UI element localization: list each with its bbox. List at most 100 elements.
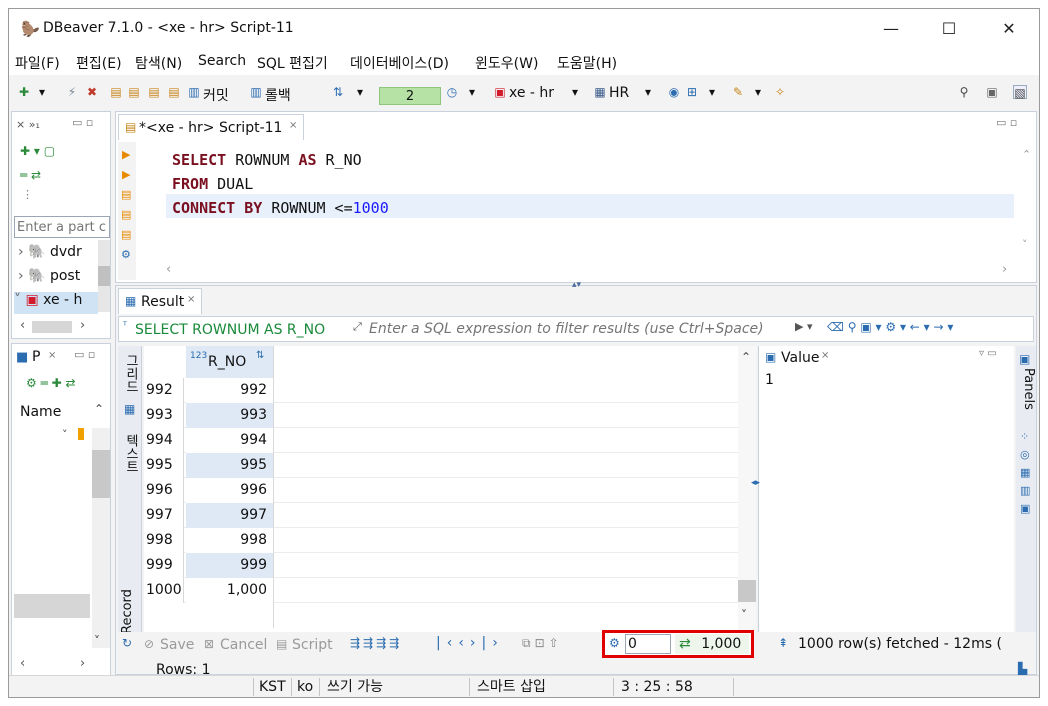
perspective-icon[interactable]: ▣ — [985, 85, 999, 99]
editor-vscroll[interactable]: ⌃ ˅ — [1020, 142, 1034, 260]
expand-icon[interactable]: ⤢ — [353, 320, 362, 334]
column-header-r-no[interactable]: 123 R_NO ⇅ — [186, 346, 274, 378]
execute-statement-icon[interactable]: ▶ — [122, 148, 130, 161]
tools-icon[interactable]: ✎ — [731, 85, 745, 99]
filter-toolbar-icons[interactable]: ⌫ ⚲ ▣ ▾ ⚙ ▾ ← ▾ → ▾ — [827, 320, 953, 334]
table-row[interactable]: 993 993 — [144, 403, 738, 428]
project-tab[interactable]: P — [32, 349, 40, 365]
navigator-minimize-icon[interactable]: ▭ ▫ — [72, 116, 93, 129]
menu-edit[interactable]: 편집(E) — [76, 53, 122, 73]
table-row[interactable]: 997 997 — [144, 503, 738, 528]
transaction-log-dropdown-icon[interactable]: ▾ — [465, 85, 479, 99]
navigator-filter-input[interactable] — [14, 216, 110, 238]
project-scrollbar[interactable] — [92, 428, 110, 648]
table-cell[interactable]: 994 — [186, 428, 274, 453]
tree-expand-icon[interactable]: ˅ — [62, 428, 68, 441]
search-icon[interactable]: ⚲ — [957, 85, 971, 99]
menu-file[interactable]: 파일(F) — [15, 53, 60, 73]
minimize-button[interactable]: — — [871, 15, 911, 43]
menu-sql-editor[interactable]: SQL 편집기 — [257, 53, 328, 73]
connect-icon[interactable]: ⚡ — [65, 85, 79, 99]
navigator-scrollbar[interactable] — [98, 240, 110, 312]
navigator-new-icon[interactable]: ✚ ▾ ▢ — [20, 144, 55, 158]
fetch-size-button[interactable]: ⇄ 1,000 — [675, 634, 749, 654]
menu-search[interactable]: Search — [198, 53, 246, 69]
project-tab-icon[interactable]: ■ — [16, 350, 28, 365]
cancel-button[interactable]: Cancel — [220, 637, 267, 653]
load-plan-icon[interactable]: ▤ — [121, 228, 131, 241]
navigator-item[interactable]: › 🐘 dvdr — [18, 244, 98, 264]
menu-help[interactable]: 도움말(H) — [557, 53, 617, 73]
close-button[interactable]: ✕ — [989, 15, 1029, 43]
value-panel-menu-icon[interactable]: ▿ ▭ — [979, 348, 997, 359]
commit-button[interactable]: 커밋 — [203, 85, 229, 105]
new-script-icon[interactable]: ▤ — [127, 85, 141, 99]
refresh-icon[interactable]: ↻ — [122, 636, 132, 650]
transaction-counter[interactable]: 2 — [379, 87, 441, 105]
project-tab-close-icon[interactable]: ⨯ — [48, 350, 56, 361]
text-view-tab[interactable]: 텍스트 — [120, 434, 140, 494]
panels-icon[interactable]: ▣ — [1019, 352, 1030, 366]
maximize-button[interactable]: ☐ — [929, 15, 969, 43]
editor-tab-close-icon[interactable]: ⨯ — [289, 120, 297, 131]
fetch-offset-input[interactable]: 0 — [625, 634, 671, 654]
editor-tab[interactable]: ▤ *<xe - hr> Script-11 ⨯ — [118, 114, 304, 140]
execute-script-icon[interactable]: ▤ — [121, 188, 131, 201]
recent-script-icon[interactable]: ▤ — [167, 85, 181, 99]
project-toolbar-icons[interactable]: ⚙ ═ ✚ ⇄ — [26, 376, 76, 390]
table-cell[interactable]: 996 — [186, 478, 274, 503]
disconnect-icon[interactable]: ✖ — [85, 85, 99, 99]
navigator-hscroll[interactable]: ‹ › — [14, 318, 110, 336]
text-view-icon[interactable]: ▦ — [124, 402, 135, 416]
splitter-handle-icon[interactable]: ▴▾ — [572, 280, 581, 290]
dbeaver-perspective-icon[interactable]: ▧ — [1013, 85, 1027, 100]
project-hscroll-thumb[interactable] — [14, 594, 90, 618]
collapse-arrow-icon[interactable]: ◂▸ — [751, 478, 760, 488]
value-panel-tab[interactable]: Value — [781, 350, 819, 366]
execute-new-tab-icon[interactable]: ▶ — [122, 168, 130, 181]
chevron-down-icon[interactable]: ˅ — [94, 634, 100, 648]
table-cell[interactable]: 992 — [186, 378, 274, 403]
transaction-log-icon[interactable]: ◷ — [445, 85, 459, 99]
transaction-mode-icon[interactable]: ⇅ — [331, 85, 345, 99]
erd-dropdown-icon[interactable]: ▾ — [705, 85, 719, 99]
editor-hscroll[interactable]: ‹ › — [138, 262, 1018, 280]
table-cell[interactable]: 1,000 — [186, 578, 274, 603]
active-datasource[interactable]: xe - hr — [509, 85, 554, 101]
navigation-icons[interactable]: |‹‹›|› — [436, 635, 504, 651]
filter-input[interactable] — [369, 319, 789, 339]
navigator-item[interactable]: › 🐘 post — [18, 268, 98, 288]
menu-window[interactable]: 윈도우(W) — [475, 53, 538, 73]
tools-dropdown-icon[interactable]: ▾ — [751, 85, 765, 99]
menu-database[interactable]: 데이터베이스(D) — [350, 53, 449, 73]
new-connection-icon[interactable]: ✚ — [17, 85, 31, 99]
datasource-dropdown-icon[interactable]: ▾ — [568, 85, 582, 99]
value-panel-close-icon[interactable]: ⨯ — [821, 350, 829, 361]
result-panel-corner-icon[interactable]: ▙ — [1018, 662, 1027, 676]
result-tab[interactable]: ▦ Result ⨯ — [118, 288, 202, 314]
table-cell[interactable]: 993 — [186, 403, 274, 428]
table-cell[interactable]: 995 — [186, 453, 274, 478]
project-hscroll[interactable]: ‹ › — [14, 656, 110, 674]
editor-minimize-icon[interactable]: ▭ ▫ — [996, 116, 1017, 129]
fetch-settings-gear-icon[interactable]: ⚙ — [609, 636, 620, 650]
dropdown-arrow-icon[interactable]: ▾ — [35, 85, 49, 99]
save-button[interactable]: Save — [160, 637, 194, 653]
record-view-tab[interactable]: Record — [120, 574, 140, 634]
rollback-button[interactable]: 롤백 — [265, 85, 291, 105]
menu-navigate[interactable]: 탐색(N) — [135, 53, 182, 73]
navigator-tab-icon[interactable]: ⨯ »₁ — [16, 118, 40, 131]
settings-gear-icon[interactable]: ⚙ — [121, 248, 131, 261]
table-row[interactable]: 996 996 — [144, 478, 738, 503]
sql-editor-icon[interactable]: ▤ — [109, 85, 123, 99]
sort-icon[interactable]: ⇅ — [256, 350, 264, 361]
table-cell[interactable]: 999 — [186, 553, 274, 578]
table-row[interactable]: 1000 1,000 — [144, 578, 738, 603]
erd-icon[interactable]: ⊞ — [685, 85, 699, 99]
dashboard-icon[interactable]: ◉ — [667, 85, 681, 99]
apply-filter-icon[interactable]: ▶ ▾ — [795, 320, 812, 333]
table-row[interactable]: 998 998 — [144, 528, 738, 553]
table-row[interactable]: 994 994 — [144, 428, 738, 453]
open-script-icon[interactable]: ▤ — [147, 85, 161, 99]
navigator-item-selected[interactable]: ˅ ▣ xe - h — [14, 292, 98, 314]
